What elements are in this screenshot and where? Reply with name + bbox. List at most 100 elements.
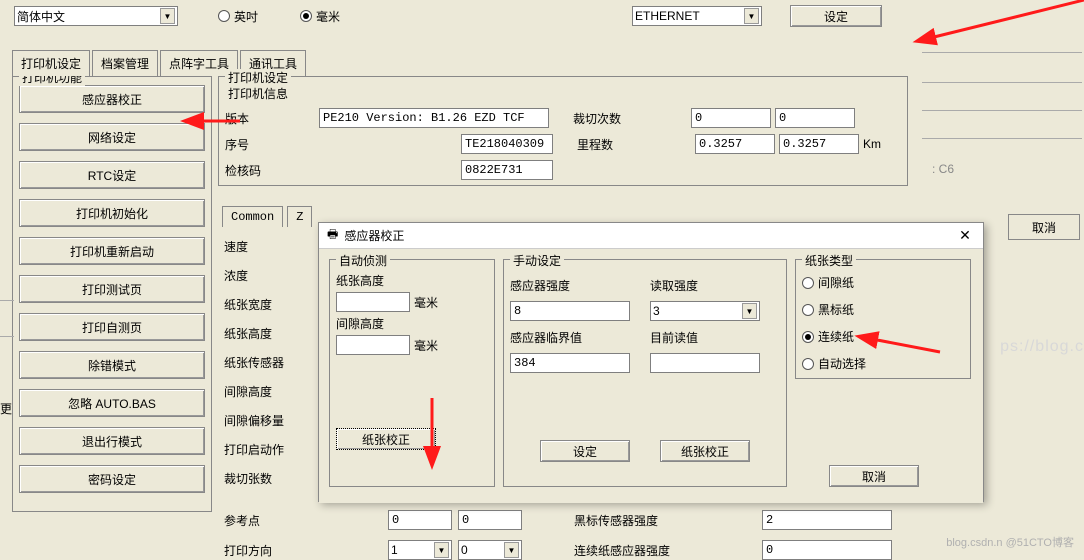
interface-value: ETHERNET (635, 9, 700, 23)
speed-label: 速度 (224, 232, 314, 261)
density-label: 浓度 (224, 261, 314, 290)
cut-count-label2: 裁切张数 (224, 464, 314, 493)
printer-functions-panel: 打印机功能 感应器校正 网络设定 RTC设定 打印机初始化 打印机重新启动 打印… (12, 76, 212, 512)
checksum-value: 0822E731 (461, 160, 553, 180)
auto-height-label: 纸张高度 (336, 272, 384, 289)
c6-text: : C6 (932, 162, 954, 176)
tab-printer[interactable]: 打印机设定 (12, 50, 90, 76)
checksum-label: 检核码 (225, 162, 315, 179)
subtab-z[interactable]: Z (287, 206, 312, 227)
printer-init-button[interactable]: 打印机初始化 (19, 199, 205, 227)
cont-sensor-value[interactable]: 0 (762, 540, 892, 560)
sensor-strength-label: 感应器强度 (510, 277, 630, 294)
paper-continuous-radio[interactable]: 连续纸 (802, 328, 964, 345)
mileage-label: 里程数 (577, 136, 637, 153)
print-selftest-button[interactable]: 打印自测页 (19, 313, 205, 341)
ref-row: 参考点 0 0 黑标传感器强度 2 (224, 510, 892, 530)
dialog-titlebar: 🖶 感应器校正 ✕ (319, 223, 983, 249)
watermark-bottom: blog.csdn.n @51CTO博客 (946, 534, 1074, 550)
unit-mm-radio[interactable]: 毫米 (300, 8, 340, 25)
paper-black-radio[interactable]: 黑标纸 (802, 301, 964, 318)
unit-mm-label: 毫米 (316, 8, 340, 25)
watermark-side: ps://blog.c (1000, 338, 1084, 356)
dialog-title-text: 感应器校正 (344, 227, 404, 244)
black-sensor-label: 黑标传感器强度 (574, 512, 694, 529)
printer-info-box: 打印机设定 打印机信息 版本 PE210 Version: B1.26 EZD … (218, 76, 908, 186)
close-icon[interactable]: ✕ (955, 226, 975, 246)
password-setting-button[interactable]: 密码设定 (19, 465, 205, 493)
read-strength-combo[interactable]: 3▼ (650, 301, 760, 321)
paper-height-label: 纸张高度 (224, 319, 314, 348)
debug-mode-button[interactable]: 除错模式 (19, 351, 205, 379)
paper-gap-radio[interactable]: 间隙纸 (802, 274, 964, 291)
serial-label: 序号 (225, 136, 315, 153)
mileage-1: 0.3257 (695, 134, 775, 154)
auto-gap-label: 间隙高度 (336, 315, 384, 332)
cut-count-2: 0 (775, 108, 855, 128)
direction-1-combo[interactable]: 1▼ (388, 540, 452, 560)
refpoint-y[interactable]: 0 (458, 510, 522, 530)
language-value: 简体中文 (17, 8, 65, 25)
exit-line-mode-button[interactable]: 退出行模式 (19, 427, 205, 455)
auto-calibrate-button[interactable]: 纸张校正 (336, 428, 436, 450)
interface-combo[interactable]: ETHERNET ▼ (632, 6, 762, 26)
radio-icon (802, 331, 814, 343)
divider (922, 52, 1082, 53)
black-sensor-value[interactable]: 2 (762, 510, 892, 530)
set-button[interactable]: 设定 (790, 5, 882, 27)
dialog-cancel-button[interactable]: 取消 (829, 465, 919, 487)
current-read-label: 目前读值 (650, 329, 698, 346)
refpoint-label: 参考点 (224, 512, 314, 529)
direction-2-combo[interactable]: 0▼ (458, 540, 522, 560)
subtab-common[interactable]: Common (222, 206, 283, 227)
radio-icon (218, 10, 230, 22)
dir-row: 打印方向 1▼ 0▼ 连续纸感应器强度 0 (224, 540, 892, 560)
auto-legend: 自动侦测 (336, 252, 390, 269)
ignore-autobas-button[interactable]: 忽略 AUTO.BAS (19, 389, 205, 417)
gap-height-label: 间隙高度 (224, 377, 314, 406)
paper-width-label: 纸张宽度 (224, 290, 314, 319)
chevron-down-icon: ▼ (744, 8, 759, 24)
sensor-calibration-dialog: 🖶 感应器校正 ✕ 自动侦测 纸张高度 毫米 间隙高度 毫米 纸张校正 手动设定 (318, 222, 984, 502)
auto-gap-input[interactable] (336, 335, 410, 355)
unit-inch-radio[interactable]: 英吋 (218, 8, 258, 25)
language-combo[interactable]: 简体中文 ▼ (14, 6, 178, 26)
sensor-strength-value[interactable]: 8 (510, 301, 630, 321)
chevron-down-icon: ▼ (742, 303, 757, 319)
manual-set-button[interactable]: 设定 (540, 440, 630, 462)
side-cancel-button[interactable]: 取消 (1008, 214, 1080, 240)
mm-label-2: 毫米 (414, 337, 438, 354)
info-legend1: 打印机设定 (225, 69, 291, 86)
edge-text: 更 (0, 400, 12, 417)
info-legend2: 打印机信息 (225, 85, 291, 102)
threshold-label: 感应器临界值 (510, 329, 630, 346)
settings-labels: 速度 浓度 纸张宽度 纸张高度 纸张传感器 间隙高度 间隙偏移量 打印启动作 裁… (224, 232, 314, 493)
paper-type-group: 纸张类型 间隙纸 黑标纸 连续纸 自动选择 (795, 259, 971, 379)
radio-icon (802, 358, 814, 370)
tab-file[interactable]: 档案管理 (92, 50, 158, 76)
current-read-value (650, 353, 760, 373)
divider (922, 138, 1082, 139)
print-test-page-button[interactable]: 打印测试页 (19, 275, 205, 303)
gap-offset-label: 间隙偏移量 (224, 406, 314, 435)
sensor-calibrate-button[interactable]: 感应器校正 (19, 85, 205, 113)
divider (922, 110, 1082, 111)
mileage-2: 0.3257 (779, 134, 859, 154)
rtc-setting-button[interactable]: RTC设定 (19, 161, 205, 189)
km-label: Km (863, 137, 881, 151)
printer-restart-button[interactable]: 打印机重新启动 (19, 237, 205, 265)
radio-icon (802, 277, 814, 289)
manual-legend: 手动设定 (510, 252, 564, 269)
cut-count-label: 裁切次数 (573, 110, 633, 127)
radio-icon (300, 10, 312, 22)
threshold-value[interactable]: 384 (510, 353, 630, 373)
network-setting-button[interactable]: 网络设定 (19, 123, 205, 151)
auto-height-input[interactable] (336, 292, 410, 312)
radio-icon (802, 304, 814, 316)
divider (922, 82, 1082, 83)
version-label: 版本 (225, 110, 315, 127)
read-strength-label: 读取强度 (650, 277, 698, 294)
manual-calibrate-button[interactable]: 纸张校正 (660, 440, 750, 462)
refpoint-x[interactable]: 0 (388, 510, 452, 530)
paper-auto-radio[interactable]: 自动选择 (802, 355, 964, 372)
